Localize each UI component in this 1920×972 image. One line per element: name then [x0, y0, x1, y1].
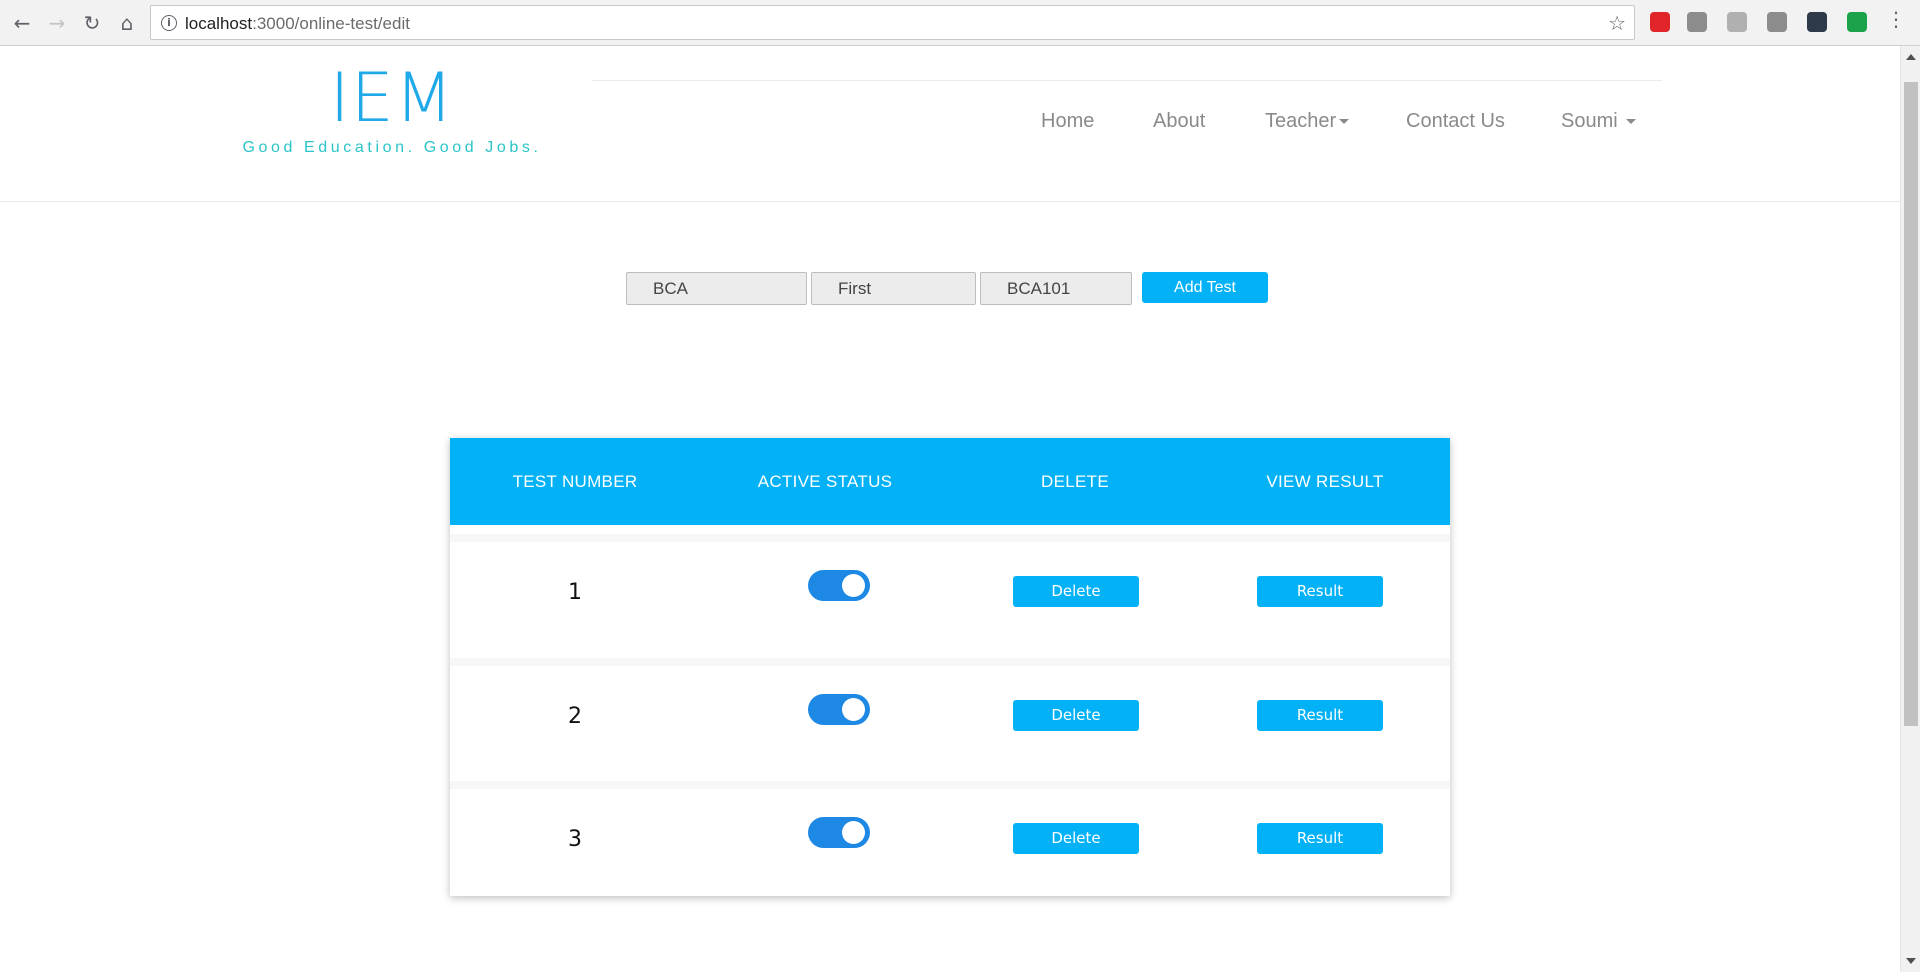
header-test-number: TEST NUMBER [512, 472, 638, 491]
address-bar[interactable]: i localhost:3000/online-test/edit ☆ [150, 5, 1635, 40]
page-scrollbar[interactable] [1900, 46, 1920, 972]
caret-down-icon [1626, 119, 1637, 125]
semester-field[interactable]: First [811, 272, 976, 305]
browser-toolbar: ← → ↻ ⌂ i localhost:3000/online-test/edi… [0, 0, 1920, 46]
toggle-knob [842, 574, 865, 597]
extension-icon[interactable] [1807, 12, 1827, 32]
nav-teacher-dropdown[interactable]: Teacher [1265, 110, 1350, 133]
brand-name: IEM [329, 59, 455, 138]
scroll-up-arrow-icon[interactable] [1906, 54, 1916, 60]
active-status-toggle[interactable] [808, 817, 870, 848]
opera-extension-icon[interactable] [1650, 12, 1670, 32]
header-divider [592, 80, 1662, 81]
nav-user-label: Soumi [1561, 110, 1618, 132]
reload-icon[interactable]: ↻ [80, 11, 104, 35]
header-view-result: VIEW RESULT [1266, 472, 1384, 491]
toggle-knob [842, 698, 865, 721]
bookmark-star-icon[interactable]: ☆ [1608, 11, 1626, 35]
test-number: 2 [568, 704, 582, 729]
url-text[interactable]: localhost:3000/online-test/edit [185, 14, 410, 34]
test-number: 3 [568, 827, 582, 852]
course-field[interactable]: BCA [626, 272, 807, 305]
subject-field[interactable]: BCA101 [980, 272, 1132, 305]
delete-button[interactable]: Delete [1013, 576, 1139, 607]
menu-dots-icon[interactable]: ⋮ [1886, 9, 1906, 29]
result-button[interactable]: Result [1257, 700, 1383, 731]
nav-about-label: About [1153, 110, 1206, 132]
nav-home-label: Home [1041, 110, 1095, 132]
toggle-knob [842, 821, 865, 844]
extension-icon[interactable] [1687, 12, 1707, 32]
add-test-button[interactable]: Add Test [1142, 272, 1268, 303]
home-icon[interactable]: ⌂ [115, 11, 139, 35]
nav-user-dropdown[interactable]: Soumi [1561, 110, 1637, 133]
nav-teacher-label: Teacher [1265, 110, 1337, 132]
pdf-extension-icon[interactable] [1727, 12, 1747, 32]
table-header: TEST NUMBER ACTIVE STATUS DELETE VIEW RE… [450, 438, 1450, 525]
site-header: IEM Good Education. Good Jobs. Home Abou… [0, 46, 1900, 202]
brand-tagline: Good Education. Good Jobs. [242, 139, 542, 156]
scroll-thumb[interactable] [1904, 82, 1918, 726]
url-host: localhost [185, 14, 253, 33]
logo[interactable]: IEM Good Education. Good Jobs. [237, 60, 547, 157]
url-path: :3000/online-test/edit [252, 14, 410, 33]
result-button[interactable]: Result [1257, 823, 1383, 854]
result-button[interactable]: Result [1257, 576, 1383, 607]
nav-contact-us[interactable]: Contact Us [1406, 110, 1505, 133]
tests-table: TEST NUMBER ACTIVE STATUS DELETE VIEW RE… [450, 438, 1450, 896]
nav-contact-label: Contact Us [1406, 110, 1505, 132]
table-row: 1 Delete Result [450, 534, 1450, 646]
table-row: 3 Delete Result [450, 781, 1450, 893]
arrow-left-icon[interactable]: ← [10, 11, 34, 35]
delete-button[interactable]: Delete [1013, 823, 1139, 854]
active-status-toggle[interactable] [808, 570, 870, 601]
nav-about[interactable]: About [1153, 110, 1205, 133]
caret-down-icon [1339, 119, 1350, 125]
arrow-right-icon[interactable]: → [45, 11, 69, 35]
header-active-status: ACTIVE STATUS [757, 472, 893, 491]
info-icon[interactable]: i [161, 15, 177, 31]
scroll-down-arrow-icon[interactable] [1906, 958, 1916, 964]
test-number: 1 [568, 580, 582, 605]
extension-icon[interactable] [1767, 12, 1787, 32]
active-status-toggle[interactable] [808, 694, 870, 725]
delete-button[interactable]: Delete [1013, 700, 1139, 731]
table-row: 2 Delete Result [450, 658, 1450, 770]
grammarly-extension-icon[interactable] [1847, 12, 1867, 32]
nav-home[interactable]: Home [1041, 110, 1094, 133]
header-delete: DELETE [1041, 472, 1109, 491]
